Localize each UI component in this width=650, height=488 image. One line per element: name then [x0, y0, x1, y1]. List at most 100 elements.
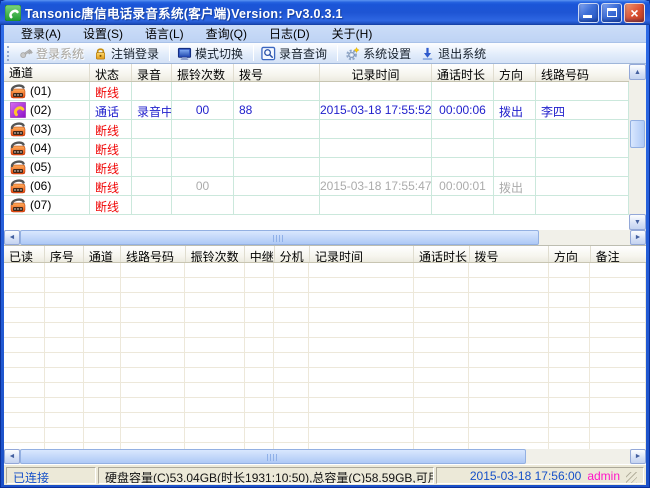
column-header-dial[interactable]: 拨号: [470, 246, 549, 262]
channel-row-01[interactable]: (01) 断线: [4, 82, 629, 101]
menu-language[interactable]: 语言(L): [134, 24, 195, 44]
menu-login[interactable]: 登录(A): [10, 24, 72, 44]
cell-line-number: [536, 196, 629, 215]
statusbar: 已连接 硬盘容量(C)53.04GB(时长1931:10:50),总容量(C)5…: [4, 464, 646, 485]
cell-duration: 00:00:06: [432, 101, 494, 120]
cell-rings: [172, 82, 234, 101]
cell-line-number: [536, 139, 629, 158]
menu-log[interactable]: 日志(D): [258, 24, 321, 44]
column-header-status[interactable]: 状态: [90, 64, 132, 81]
channel-offline-icon: [10, 197, 26, 213]
cell-status: 断线: [90, 139, 132, 158]
column-header-remark[interactable]: 备注: [591, 246, 646, 262]
resize-grip[interactable]: [626, 472, 637, 483]
cell-dial: [234, 120, 320, 139]
minimize-button[interactable]: [578, 3, 599, 23]
cell-direction: 拨出: [494, 177, 536, 196]
cell-status: 断线: [90, 196, 132, 215]
exit-system-button[interactable]: 退出系统: [417, 44, 492, 63]
channel-offline-icon: [10, 121, 26, 137]
login-system-button[interactable]: 登录系统: [15, 44, 90, 63]
cell-duration: [432, 158, 494, 177]
channel-row-07[interactable]: (07) 断线: [4, 196, 629, 215]
scroll-right-icon[interactable]: ►: [630, 449, 646, 464]
channels-table-header: 通道 状态 录音 振铃次数 拨号 记录时间 通话时长 方向 线路号码: [4, 64, 629, 82]
cell-duration: [432, 82, 494, 101]
column-header-rings[interactable]: 振铃次数: [172, 64, 234, 81]
cell-dial: [234, 82, 320, 101]
scroll-down-icon[interactable]: ▼: [629, 214, 646, 230]
column-header-channel[interactable]: 通道: [4, 64, 90, 81]
titlebar: Tansonic唐信电话录音系统(客户端)Version: Pv3.0.3.1 …: [0, 0, 650, 25]
system-settings-button[interactable]: 系统设置: [342, 44, 417, 63]
records-hscrollbar[interactable]: ◄ ►: [4, 449, 646, 464]
column-header-time[interactable]: 记录时间: [310, 246, 414, 262]
record-query-button[interactable]: 录音查询: [258, 44, 333, 63]
cell-time: [320, 120, 432, 139]
column-header-extension[interactable]: 分机: [275, 246, 310, 262]
maximize-button[interactable]: [601, 3, 622, 23]
cell-time: [320, 139, 432, 158]
cell-dial: 88: [234, 101, 320, 120]
padlock-icon: [93, 46, 108, 61]
menu-settings[interactable]: 设置(S): [72, 24, 134, 44]
column-header-dial[interactable]: 拨号: [234, 64, 320, 81]
cell-rings: [172, 120, 234, 139]
column-header-time[interactable]: 记录时间: [320, 64, 432, 81]
column-header-recording[interactable]: 录音: [132, 64, 172, 81]
scroll-left-icon[interactable]: ◄: [4, 449, 20, 464]
channel-row-03[interactable]: (03) 断线: [4, 120, 629, 139]
cell-line-number: [536, 82, 629, 101]
scroll-right-icon[interactable]: ►: [630, 230, 646, 245]
column-header-trunk[interactable]: 中继: [245, 246, 275, 262]
channel-number: (05): [30, 160, 51, 174]
mode-switch-button[interactable]: 模式切换: [174, 44, 249, 63]
cell-duration: [432, 139, 494, 158]
key-icon: [18, 46, 33, 61]
channels-hscrollbar[interactable]: ◄ ►: [4, 230, 646, 245]
column-header-rings[interactable]: 振铃次数: [186, 246, 245, 262]
channels-vscrollbar[interactable]: ▲ ▼: [629, 64, 646, 230]
cell-rings: [172, 139, 234, 158]
scroll-left-icon[interactable]: ◄: [4, 230, 20, 245]
column-header-channel[interactable]: 通道: [84, 246, 121, 262]
logout-button[interactable]: 注销登录: [90, 44, 165, 63]
cell-recording: [132, 120, 172, 139]
column-header-direction[interactable]: 方向: [494, 64, 536, 81]
cell-direction: [494, 82, 536, 101]
channel-number: (03): [30, 122, 51, 136]
cell-recording: [132, 196, 172, 215]
channel-row-04[interactable]: (04) 断线: [4, 139, 629, 158]
toolbar-button-label: 注销登录: [111, 45, 159, 62]
close-button[interactable]: ×: [624, 3, 645, 23]
toolbar-grip[interactable]: [7, 46, 12, 61]
cell-direction: [494, 120, 536, 139]
hscroll-thumb[interactable]: [20, 449, 526, 464]
column-header-read[interactable]: 已读: [4, 246, 45, 262]
hscroll-thumb[interactable]: [20, 230, 539, 245]
column-header-duration[interactable]: 通话时长: [432, 64, 494, 81]
channel-active-icon: [10, 102, 26, 118]
channel-row-02[interactable]: (02) 通话 录音中 00 88 2015-03-18 17:55:52 00…: [4, 101, 629, 120]
column-header-direction[interactable]: 方向: [549, 246, 591, 262]
channel-number: (02): [30, 103, 51, 117]
channel-row-05[interactable]: (05) 断线: [4, 158, 629, 177]
column-header-duration[interactable]: 通话时长: [414, 246, 470, 262]
column-header-seq[interactable]: 序号: [45, 246, 84, 262]
cell-direction: [494, 196, 536, 215]
toolbar-button-label: 系统设置: [363, 45, 411, 62]
vscroll-thumb[interactable]: [630, 120, 645, 148]
channel-row-06[interactable]: (06) 断线 00 2015-03-18 17:55:47 00:00:01 …: [4, 177, 629, 196]
menu-about[interactable]: 关于(H): [321, 24, 384, 44]
toolbar-button-label: 录音查询: [279, 45, 327, 62]
cell-duration: 00:00:01: [432, 177, 494, 196]
channel-offline-icon: [10, 159, 26, 175]
column-header-line-number[interactable]: 线路号码: [121, 246, 186, 262]
column-header-line-number[interactable]: 线路号码: [536, 64, 629, 81]
toolbar-button-label: 模式切换: [195, 45, 243, 62]
window-title: Tansonic唐信电话录音系统(客户端)Version: Pv3.0.3.1: [25, 3, 578, 22]
scroll-up-icon[interactable]: ▲: [629, 64, 646, 80]
menu-query[interactable]: 查询(Q): [195, 24, 258, 44]
channel-number: (04): [30, 141, 51, 155]
channel-offline-icon: [10, 178, 26, 194]
